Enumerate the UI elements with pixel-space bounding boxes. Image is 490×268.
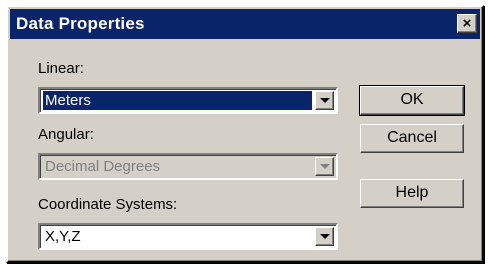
linear-select[interactable]: Meters [38,87,338,114]
data-properties-dialog: Data Properties × Linear: Meters Angular… [6,5,484,263]
linear-select-value: Meters [43,91,312,110]
help-button[interactable]: Help [360,179,464,208]
linear-label: Linear: [38,60,84,77]
angular-select: Decimal Degrees [38,153,338,180]
close-icon[interactable]: × [457,14,477,33]
angular-label: Angular: [38,126,94,143]
coordinate-systems-select[interactable]: X,Y,Z [38,223,338,250]
ok-button[interactable]: OK [359,85,465,116]
coordinate-systems-label: Coordinate Systems: [38,196,178,213]
cancel-button[interactable]: Cancel [360,124,464,153]
chevron-down-icon[interactable] [315,227,334,246]
chevron-down-icon[interactable] [315,91,334,110]
coordinate-systems-select-value: X,Y,Z [45,228,81,245]
chevron-down-icon [315,157,334,176]
title-bar[interactable]: Data Properties × [10,9,480,39]
window-title: Data Properties [16,14,145,33]
angular-select-value: Decimal Degrees [45,158,161,175]
